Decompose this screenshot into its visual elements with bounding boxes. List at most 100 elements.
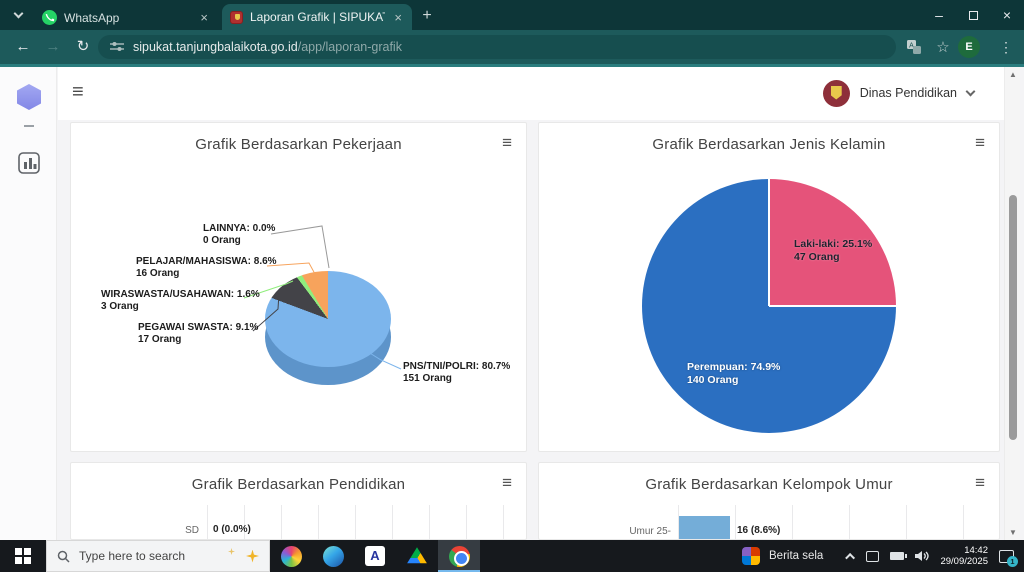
windows-icon	[15, 548, 31, 564]
card-pekerjaan: Grafik Berdasarkan Pekerjaan ≡ LAINNYA: …	[70, 122, 527, 452]
restore-icon	[969, 11, 978, 20]
screen: WhatsApp × Laporan Grafik | SIPUKAT × + …	[0, 0, 1024, 572]
date: 29/09/2025	[940, 556, 988, 567]
taskbar-app-copilot[interactable]	[270, 540, 312, 572]
pie-label-perempuan: Perempuan: 74.9% 140 Orang	[687, 361, 780, 387]
taskbar-app-edge[interactable]	[312, 540, 354, 572]
volume-icon[interactable]	[915, 550, 929, 562]
account-menu[interactable]: Dinas Pendidikan	[823, 78, 974, 108]
dashboard-content: Grafik Berdasarkan Pekerjaan ≡ LAINNYA: …	[58, 120, 1004, 540]
forward-button[interactable]: →	[42, 37, 64, 57]
start-button[interactable]	[0, 540, 46, 572]
close-window-button[interactable]: ×	[990, 0, 1024, 30]
page-header: ≡ Dinas Pendidikan	[58, 67, 1004, 120]
reload-button[interactable]: ↻	[72, 37, 94, 57]
pie-label-pelajar: PELAJAR/MAHASISWA: 8.6% 16 Orang	[136, 256, 277, 279]
system-tray: 14:42 29/09/2025 1	[848, 540, 1024, 572]
time: 14:42	[940, 545, 988, 556]
browser-titlebar: WhatsApp × Laporan Grafik | SIPUKAT × + …	[0, 0, 1024, 30]
close-tab-icon[interactable]: ×	[392, 10, 404, 25]
pie-label-pns: PNS/TNI/POLRI: 80.7% 151 Orang	[403, 361, 510, 384]
chart-gridlines	[207, 505, 521, 540]
url-text: sipukat.tanjungbalaikota.go.id/app/lapor…	[133, 40, 402, 54]
copilot-icon	[281, 546, 302, 567]
chrome-icon	[449, 546, 470, 567]
card-kelompok-umur: Grafik Berdasarkan Kelompok Umur ≡ Umur …	[538, 462, 1000, 540]
bar-category: SD	[158, 525, 199, 536]
chart-menu-icon[interactable]: ≡	[502, 133, 512, 153]
back-button[interactable]: ←	[12, 37, 34, 57]
tab-title: Laporan Grafik | SIPUKAT	[250, 10, 385, 24]
chart-title: Grafik Berdasarkan Jenis Kelamin	[539, 136, 999, 153]
chevron-down-icon	[13, 9, 23, 19]
chart-title: Grafik Berdasarkan Kelompok Umur	[539, 476, 999, 493]
search-icon	[57, 550, 70, 563]
tab-whatsapp[interactable]: WhatsApp ×	[34, 5, 218, 30]
tab-title: WhatsApp	[64, 11, 191, 25]
notification-center-icon[interactable]: 1	[999, 550, 1014, 563]
pie-label-pegawai: PEGAWAI SWASTA: 9.1% 17 Orang	[138, 322, 258, 345]
card-pendidikan: Grafik Berdasarkan Pendidikan ≡ SD 0 (0.…	[70, 462, 527, 540]
bar-value: 0 (0.0%)	[213, 524, 251, 535]
taskbar-app-chrome[interactable]	[438, 540, 480, 572]
chart-menu-icon[interactable]: ≡	[975, 133, 985, 153]
scroll-up-icon[interactable]: ▲	[1005, 70, 1021, 79]
url-path: /app/laporan-grafik	[298, 40, 402, 54]
whatsapp-icon	[42, 10, 57, 25]
chart-title: Grafik Berdasarkan Pekerjaan	[71, 136, 526, 153]
app-sidebar	[0, 67, 57, 540]
page-scrollbar[interactable]: ▲ ▼	[1004, 67, 1020, 540]
news-widget[interactable]: Berita sela	[742, 540, 823, 572]
scrollbar-thumb[interactable]	[1009, 195, 1017, 440]
taskbar-app-a[interactable]: A	[354, 540, 396, 572]
device-tray-icon[interactable]	[866, 551, 879, 562]
pie-label-laki: Laki-laki: 25.1% 47 Orang	[794, 238, 872, 264]
news-icon	[742, 547, 760, 565]
new-tab-button[interactable]: +	[416, 5, 438, 27]
close-tab-icon[interactable]: ×	[198, 10, 210, 25]
tab-sipukat-active[interactable]: Laporan Grafik | SIPUKAT ×	[222, 4, 412, 30]
bookmark-star-icon[interactable]: ☆	[932, 37, 954, 57]
translate-icon[interactable]: A	[903, 37, 925, 57]
browser-menu-icon[interactable]: ⋮	[996, 37, 1016, 57]
edge-icon	[323, 546, 344, 567]
minimize-button[interactable]: –	[922, 0, 956, 30]
bar-umur[interactable]	[679, 516, 730, 540]
app-logo-icon[interactable]	[17, 84, 41, 110]
windows-taskbar: Type here to search A Berita sela 14:42 …	[0, 540, 1024, 572]
chart-menu-icon[interactable]: ≡	[502, 473, 512, 493]
slice-separator	[768, 179, 770, 306]
taskbar-search[interactable]: Type here to search	[46, 540, 270, 572]
tab-search-button[interactable]	[8, 5, 28, 25]
notification-badge: 1	[1007, 556, 1018, 567]
chart-menu-icon[interactable]: ≡	[975, 473, 985, 493]
news-label: Berita sela	[769, 550, 823, 562]
pie-pekerjaan[interactable]	[265, 271, 391, 367]
slice-separator	[769, 305, 897, 307]
scroll-down-icon[interactable]: ▼	[1005, 528, 1021, 537]
address-bar[interactable]: sipukat.tanjungbalaikota.go.id/app/lapor…	[98, 35, 896, 59]
account-name: Dinas Pendidikan	[860, 86, 957, 100]
card-jenis-kelamin: Grafik Berdasarkan Jenis Kelamin ≡ Laki-…	[538, 122, 1000, 452]
site-settings-icon[interactable]	[110, 41, 124, 53]
profile-avatar[interactable]: E	[958, 36, 980, 58]
browser-toolbar: ← → ↻ sipukat.tanjungbalaikota.go.id/app…	[0, 30, 1024, 64]
menu-toggle-button[interactable]: ≡	[72, 81, 84, 104]
bar-category: Umur 25-	[589, 526, 671, 537]
restore-button[interactable]	[956, 0, 990, 30]
google-drive-icon	[407, 547, 428, 566]
a-app-icon: A	[365, 546, 385, 566]
tray-expand-icon[interactable]	[846, 552, 856, 562]
clock[interactable]: 14:42 29/09/2025	[940, 545, 988, 567]
sidebar-item-laporan-grafik[interactable]	[18, 152, 40, 174]
sidebar-divider	[24, 125, 34, 127]
battery-icon[interactable]	[890, 552, 904, 560]
taskbar-app-drive[interactable]	[396, 540, 438, 572]
url-host: sipukat.tanjungbalaikota.go.id	[133, 40, 298, 54]
chart-title: Grafik Berdasarkan Pendidikan	[71, 476, 526, 493]
search-placeholder: Type here to search	[79, 549, 237, 563]
agency-crest-icon	[823, 80, 850, 107]
chevron-down-icon	[966, 87, 976, 97]
sipukat-favicon	[230, 11, 243, 24]
pie-label-lainnya: LAINNYA: 0.0% 0 Orang	[203, 223, 275, 246]
